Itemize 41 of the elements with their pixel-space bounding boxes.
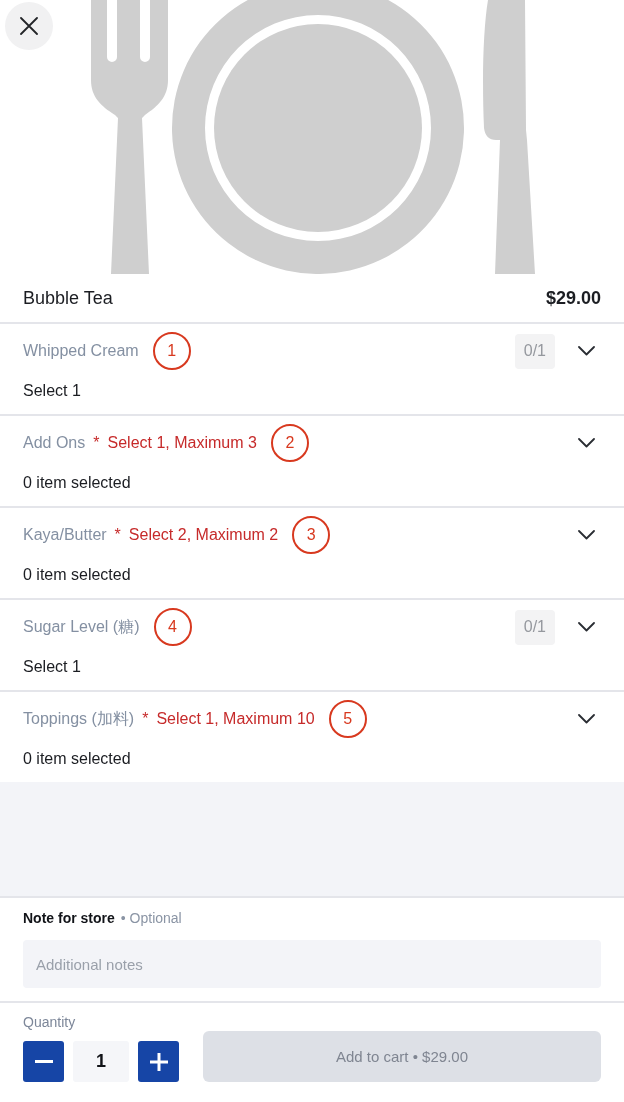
chevron-down-icon[interactable]: [578, 714, 595, 724]
chevron-down-icon[interactable]: [578, 438, 595, 448]
callout-number: 5: [328, 700, 367, 738]
option-group-title: Add Ons: [23, 434, 86, 452]
item-price: $29.00: [545, 287, 601, 309]
chevron-down-icon[interactable]: [578, 346, 595, 356]
quantity-label: Quantity: [23, 1013, 76, 1031]
selection-status: 0 item selected: [23, 473, 131, 493]
requirement-text: Select 2, Maximum 2: [128, 526, 279, 544]
close-icon: [20, 17, 38, 35]
selection-status: Select 1: [23, 657, 81, 677]
callout-number: 1: [152, 332, 191, 370]
requirement-text: Select 1, Maximum 10: [156, 710, 315, 728]
required-mark: *: [93, 434, 100, 452]
chevron-down-icon[interactable]: [578, 622, 595, 632]
increase-button[interactable]: [138, 1041, 179, 1082]
required-mark: *: [142, 710, 149, 728]
required-mark: *: [114, 526, 121, 544]
plus-icon: [149, 1052, 168, 1071]
chevron-down-icon[interactable]: [578, 530, 595, 540]
quantity-field[interactable]: 1: [73, 1041, 129, 1082]
option-group-title: Toppings (加料): [23, 708, 135, 729]
callout-number: 4: [153, 608, 192, 646]
option-group-title: Kaya/Butter: [23, 526, 107, 544]
selection-status: Select 1: [23, 381, 81, 401]
option-group-title: Sugar Level (糖): [23, 616, 140, 637]
note-label: Note for store: [23, 910, 115, 926]
requirement-text: Select 1, Maximum 3: [107, 434, 257, 452]
minus-icon: [34, 1060, 53, 1063]
selection-status: 0 item selected: [23, 565, 131, 585]
callout-number: 3: [292, 516, 331, 554]
selection-status: 0 item selected: [23, 749, 131, 769]
item-name: Bubble Tea: [23, 287, 113, 309]
callout-number: 2: [270, 424, 309, 462]
selection-counter: 0/1: [514, 609, 555, 645]
option-group-title: Whipped Cream: [23, 342, 139, 360]
optional-hint: • Optional: [120, 910, 182, 926]
close-button[interactable]: [5, 2, 53, 50]
notes-field[interactable]: Additional notes: [23, 940, 601, 988]
selection-counter: 0/1: [514, 333, 555, 369]
decrease-button[interactable]: [23, 1041, 64, 1082]
